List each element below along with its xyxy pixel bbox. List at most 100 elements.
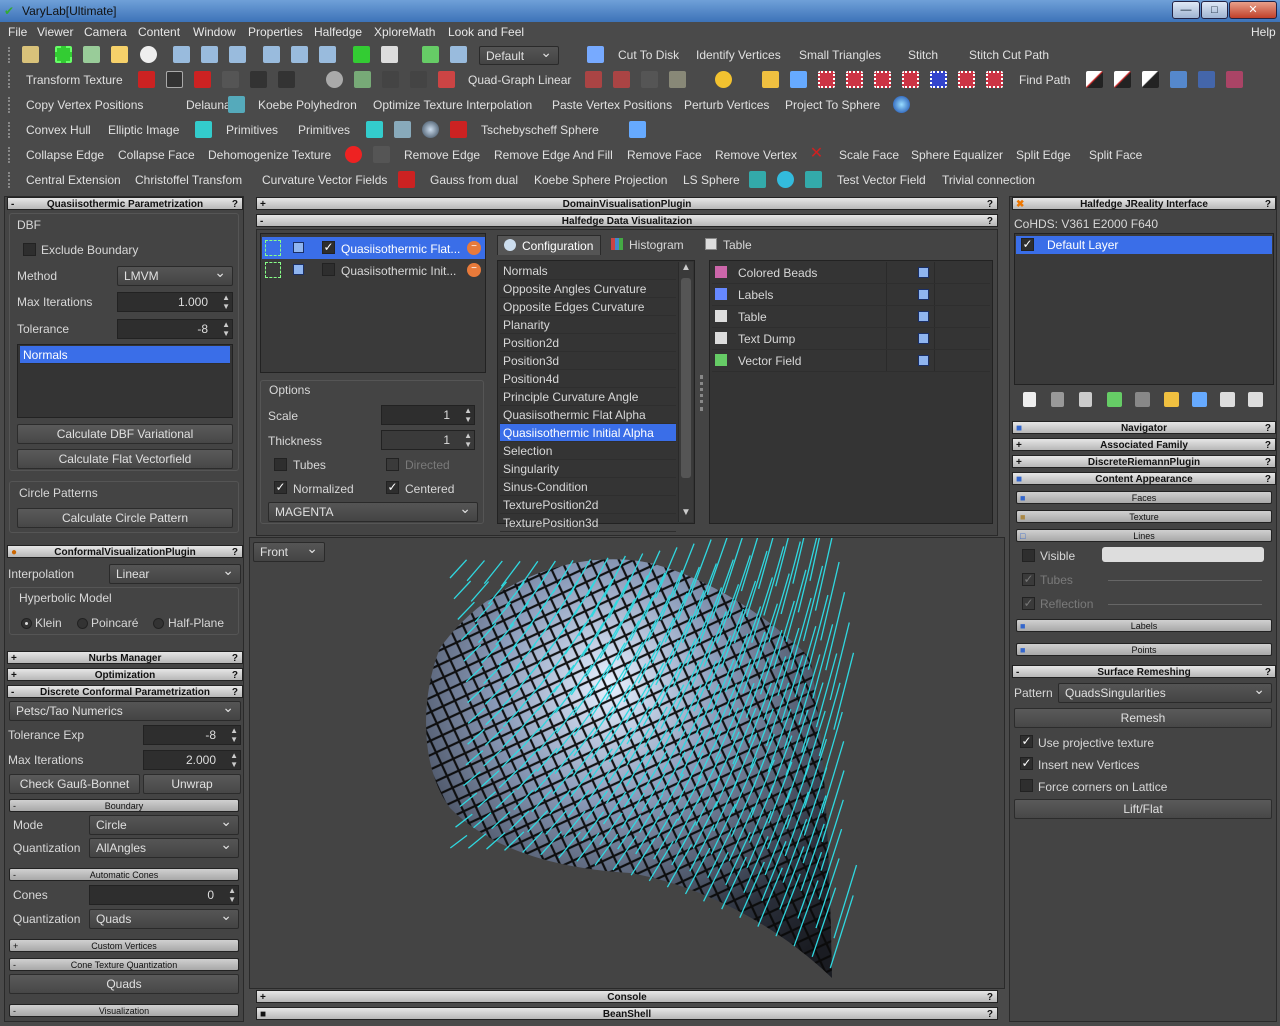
texture-subheader[interactable]: ■ Texture [1016, 510, 1272, 523]
content-appearance-header[interactable]: ■ Content Appearance? [1012, 472, 1276, 485]
remove-layer-icon[interactable]: − [467, 263, 481, 277]
labels-subheader[interactable]: ■ Labels [1016, 619, 1272, 632]
tschebyscheff-sphere-button[interactable]: Tschebyscheff Sphere [481, 123, 599, 137]
data-type-item[interactable]: Quasiisothermic Initial Alpha [500, 424, 676, 442]
select-all-icon[interactable] [291, 46, 308, 63]
data-type-item[interactable]: Opposite Edges Curvature [500, 298, 676, 316]
viewer-3d[interactable]: Front [249, 537, 1005, 989]
vis-color-icon[interactable] [918, 355, 929, 366]
texture-red-icon[interactable] [138, 71, 155, 88]
data-type-item[interactable]: Sinus-Condition [500, 478, 676, 496]
max-iterations-input[interactable]: 1.000 ▲ ▼ [117, 292, 233, 312]
menu-look-and-feel[interactable]: Look and Feel [448, 25, 524, 39]
tab-histogram[interactable]: Histogram [605, 235, 695, 255]
halfedge-jreality-header[interactable]: ✖ Halfedge JReality Interface? [1012, 197, 1276, 210]
remove-edge-icon[interactable] [373, 146, 390, 163]
data-type-item[interactable]: TexturePosition3d [500, 514, 676, 532]
pattern-6-icon[interactable] [958, 71, 975, 88]
layer-color-icon[interactable] [293, 242, 304, 253]
pattern-select[interactable]: QuadsSingularities [1058, 681, 1272, 703]
texture-dark-icon[interactable] [166, 71, 183, 88]
merge-layer-icon[interactable] [1107, 392, 1122, 407]
tube-radius-slider[interactable] [1108, 580, 1262, 581]
select-mode-icon[interactable] [173, 46, 190, 63]
scroll-thumb[interactable] [681, 278, 691, 478]
remesh-button[interactable]: Remesh [1014, 708, 1272, 728]
data-type-list[interactable]: Normals Opposite Angles Curvature Opposite… [497, 260, 695, 532]
open-file-icon[interactable] [22, 46, 39, 63]
points-subheader[interactable]: ■ Points [1016, 643, 1272, 656]
menu-content[interactable]: Content [138, 25, 180, 39]
convex-hull-button[interactable]: Convex Hull [26, 123, 91, 137]
export-icon[interactable] [450, 46, 467, 63]
default-layer-checkbox[interactable]: ✓ [1021, 238, 1034, 251]
vector-icon[interactable] [749, 171, 766, 188]
layer-visible-checkbox[interactable]: ✓ [322, 241, 335, 254]
pattern-4-icon[interactable] [902, 71, 919, 88]
quantization-2-select[interactable]: Quads [89, 907, 239, 929]
exclude-boundary-checkbox[interactable] [23, 243, 36, 256]
remove-edge-and-fill-button[interactable]: Remove Edge And Fill [494, 148, 613, 162]
link-2-icon[interactable] [613, 71, 630, 88]
pattern-3-icon[interactable] [874, 71, 891, 88]
quad-graph-linear-button[interactable]: Quad-Graph Linear [468, 73, 571, 87]
koebe-sphere-projection-button[interactable]: Koebe Sphere Projection [534, 173, 667, 187]
gear-icon[interactable] [326, 71, 343, 88]
tolerance-exp-input[interactable]: -8 ▲ ▼ [143, 725, 241, 745]
koebe-polyhedron-button[interactable]: Koebe Polyhedron [258, 98, 357, 112]
console-header[interactable]: + Console? [256, 990, 998, 1003]
undo-layer-icon[interactable] [1220, 392, 1235, 407]
rotate-icon[interactable] [83, 46, 100, 63]
scale-input[interactable]: 1 ▲ ▼ [381, 405, 475, 425]
triangle-outline-icon[interactable] [382, 71, 399, 88]
close-button[interactable]: ✕ [1229, 1, 1277, 19]
select-edge-icon[interactable] [263, 46, 280, 63]
path-2-icon[interactable] [1114, 71, 1131, 88]
dehomogenize-texture-button[interactable]: Dehomogenize Texture [208, 148, 331, 162]
use-projective-texture-checkbox[interactable]: ✓ [1020, 735, 1033, 748]
gauss-from-dual-button[interactable]: Gauss from dual [430, 173, 518, 187]
mode-select[interactable]: Circle [89, 813, 239, 835]
data-type-item[interactable]: Position3d [500, 352, 676, 370]
perturb-vertices-button[interactable]: Perturb Vertices [684, 98, 769, 112]
domain-visualisation-header[interactable]: + DomainVisualisationPlugin? [256, 197, 998, 210]
menu-help[interactable]: Help [1251, 25, 1276, 39]
data-list-scrollbar[interactable]: ▲ ▼ [678, 262, 693, 522]
data-type-item[interactable]: Quasiisothermic Flat Alpha [500, 406, 676, 424]
curvature-vector-fields-button[interactable]: Curvature Vector Fields [262, 173, 387, 187]
scale-face-button[interactable]: Scale Face [839, 148, 899, 162]
new-layer-icon[interactable] [1023, 392, 1036, 407]
copy-vertex-positions-button[interactable]: Copy Vertex Positions [26, 98, 143, 112]
data-type-item[interactable]: Position2d [500, 334, 676, 352]
cut-to-disk-button[interactable]: Cut To Disk [618, 48, 679, 62]
layer-visible-checkbox[interactable] [322, 263, 335, 276]
pattern-5-icon[interactable] [930, 71, 947, 88]
line-color-swatch[interactable] [1102, 547, 1264, 562]
discrete-conformal-header[interactable]: - Discrete Conformal Parametrization? [7, 685, 243, 698]
quantization-select[interactable]: AllAngles [89, 836, 239, 858]
ls-sphere-button[interactable]: LS Sphere [683, 173, 740, 187]
discrete-riemann-header[interactable]: + DiscreteRiemannPlugin? [1012, 455, 1276, 468]
christoffel-transform-button[interactable]: Christoffel Transfom [135, 173, 242, 187]
normalized-checkbox[interactable]: ✓ [274, 481, 287, 494]
custom-vertices-subheader[interactable]: + Custom Vertices [9, 939, 239, 952]
interpolation-select[interactable]: Linear [109, 562, 241, 584]
remove-vertex-button[interactable]: Remove Vertex [715, 148, 797, 162]
faces-subheader[interactable]: ■ Faces [1016, 491, 1272, 504]
pattern-2-icon[interactable] [846, 71, 863, 88]
data-type-item[interactable]: TexturePosition2d [500, 496, 676, 514]
save-icon[interactable] [790, 71, 807, 88]
cone-texture-quantization-subheader[interactable]: - Cone Texture Quantization [9, 958, 239, 971]
save-2-icon[interactable] [629, 121, 646, 138]
move-icon[interactable] [265, 240, 281, 256]
halfedge-data-visualization-header[interactable]: - Halfedge Data Visualitazion? [256, 214, 998, 227]
splitter-handle[interactable] [700, 375, 704, 411]
tab-table[interactable]: Table [699, 235, 759, 255]
nurbs-manager-header[interactable]: + Nurbs Manager? [7, 651, 243, 664]
import-icon[interactable] [422, 46, 439, 63]
centered-checkbox[interactable]: ✓ [386, 481, 399, 494]
menu-halfedge[interactable]: Halfedge [314, 25, 362, 39]
cross-icon[interactable]: ✕ [808, 146, 825, 163]
visualization-table[interactable]: Colored Beads Labels Table Text Dump Vector … [709, 260, 993, 524]
quads-button[interactable]: Quads [9, 974, 239, 994]
